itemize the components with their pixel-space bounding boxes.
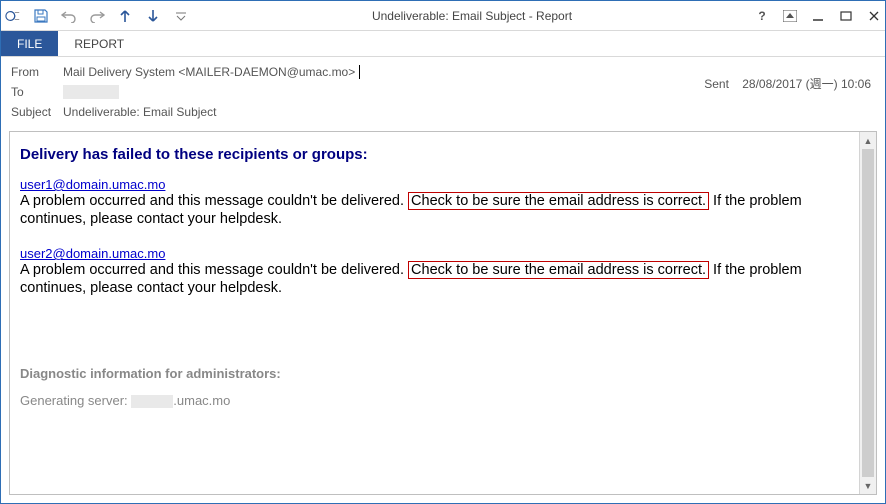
recipient-link[interactable]: user2@domain.umac.mo — [20, 246, 165, 261]
qat-customize-icon[interactable] — [173, 8, 189, 24]
scroll-thumb[interactable] — [862, 149, 874, 477]
to-label: To — [11, 85, 63, 99]
highlight-check-address: Check to be sure the email address is co… — [408, 261, 709, 279]
close-icon[interactable] — [867, 9, 881, 23]
ribbon-tabs: FILE REPORT — [1, 31, 885, 57]
minimize-icon[interactable] — [811, 9, 825, 23]
ribbon-display-options-icon[interactable] — [783, 9, 797, 23]
subject-label: Subject — [11, 105, 63, 119]
scrollbar-vertical[interactable]: ▲ ▼ — [859, 132, 876, 494]
next-item-icon[interactable] — [145, 8, 161, 24]
highlight-check-address: Check to be sure the email address is co… — [408, 192, 709, 210]
maximize-icon[interactable] — [839, 9, 853, 23]
recipient-link[interactable]: user1@domain.umac.mo — [20, 177, 165, 192]
from-value: Mail Delivery System <MAILER-DAEMON@umac… — [63, 65, 360, 79]
scroll-up-icon[interactable]: ▲ — [860, 132, 876, 149]
scroll-down-icon[interactable]: ▼ — [860, 477, 876, 494]
window-controls: ? — [755, 9, 881, 23]
previous-item-icon[interactable] — [117, 8, 133, 24]
to-value — [63, 85, 119, 100]
failure-message: A problem occurred and this message coul… — [20, 192, 856, 228]
window-title: Undeliverable: Email Subject - Report — [189, 9, 755, 23]
recipient-block: user1@domain.umac.mo A problem occurred … — [20, 177, 856, 228]
tab-file[interactable]: FILE — [1, 31, 58, 56]
message-body: Delivery has failed to these recipients … — [10, 132, 876, 494]
app-icon — [5, 8, 21, 24]
recipient-block: user2@domain.umac.mo A problem occurred … — [20, 246, 856, 297]
failure-message: A problem occurred and this message coul… — [20, 261, 856, 297]
message-body-pane: Delivery has failed to these recipients … — [9, 131, 877, 495]
generating-server-line: Generating server: .umac.mo — [20, 393, 856, 408]
delivery-failed-heading: Delivery has failed to these recipients … — [20, 146, 856, 163]
sent-label: Sent — [704, 77, 729, 91]
quick-access-toolbar — [5, 8, 189, 24]
tab-report[interactable]: REPORT — [58, 31, 140, 56]
help-icon[interactable]: ? — [755, 9, 769, 23]
redo-icon[interactable] — [89, 8, 105, 24]
save-icon[interactable] — [33, 8, 49, 24]
subject-value: Undeliverable: Email Subject — [63, 105, 216, 119]
sent-info: Sent 28/08/2017 (週一) 10:06 — [704, 75, 871, 92]
sent-value: 28/08/2017 (週一) 10:06 — [742, 77, 871, 91]
undo-icon[interactable] — [61, 8, 77, 24]
message-header: From Mail Delivery System <MAILER-DAEMON… — [1, 57, 885, 127]
diagnostic-heading: Diagnostic information for administrator… — [20, 366, 856, 381]
from-label: From — [11, 65, 63, 79]
title-bar: Undeliverable: Email Subject - Report ? — [1, 1, 885, 31]
